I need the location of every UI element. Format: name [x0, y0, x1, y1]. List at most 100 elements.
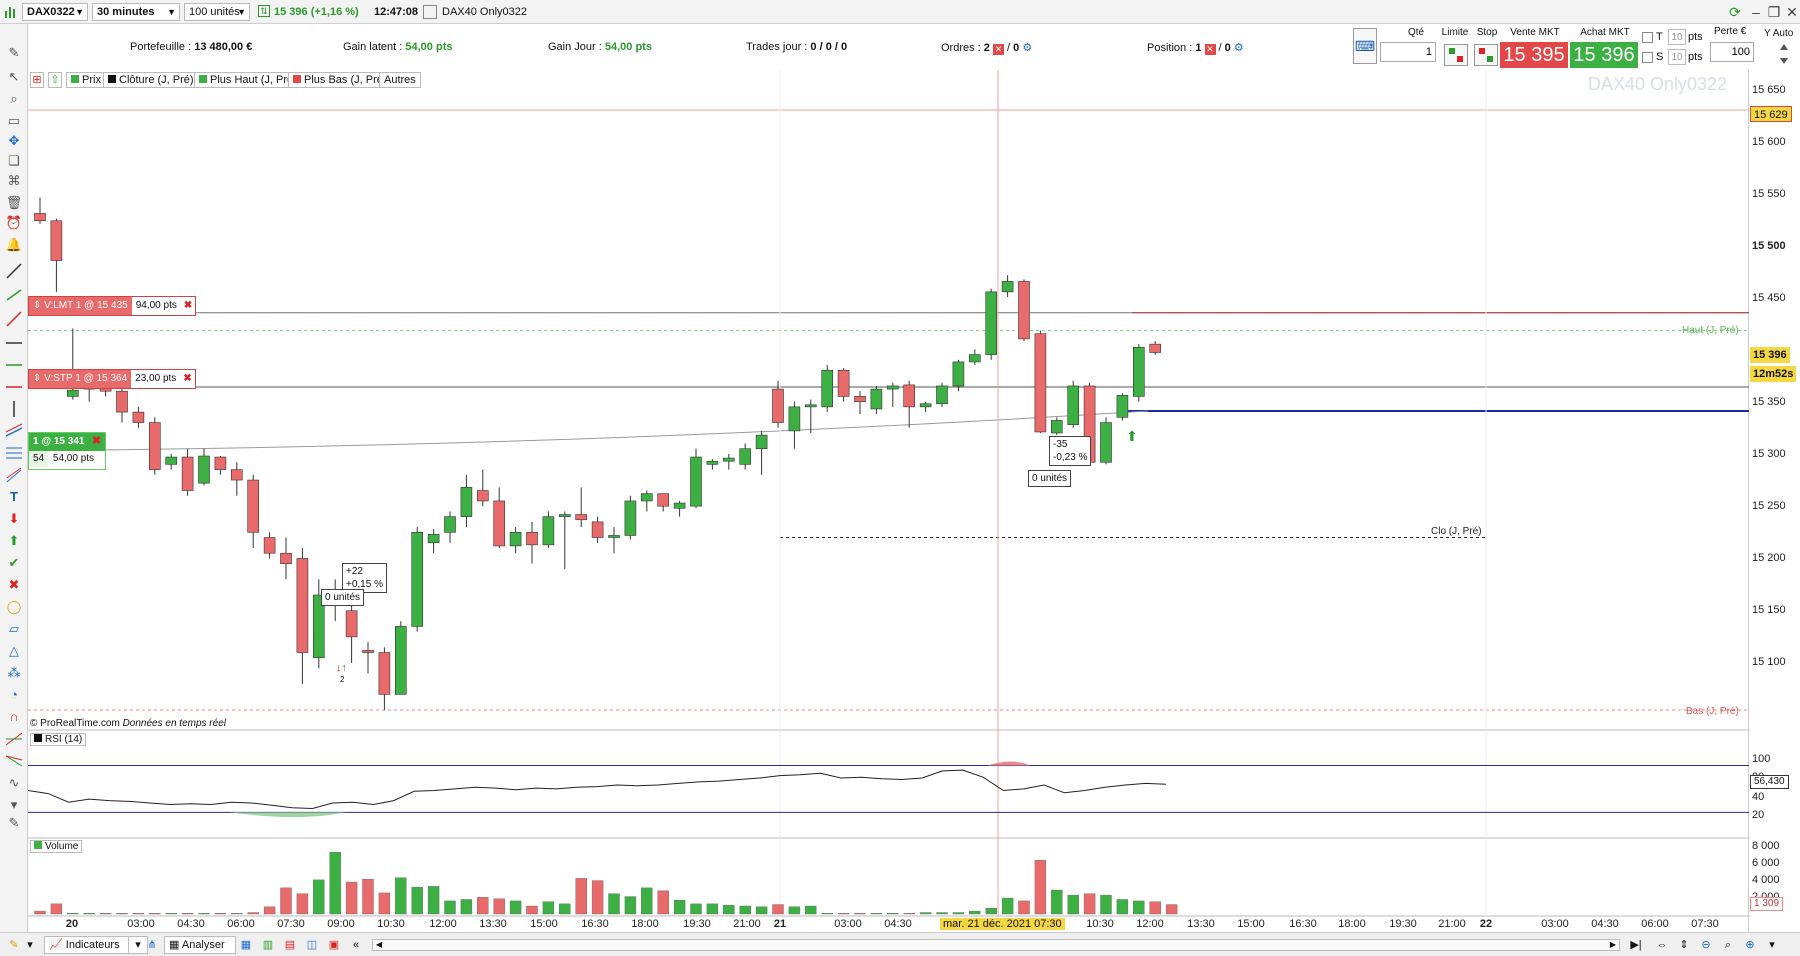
alarm-icon[interactable]: ⏰: [5, 214, 23, 232]
candles-icon[interactable]: ▥: [260, 937, 276, 953]
fit-height-icon[interactable]: ⇕: [1676, 937, 1692, 953]
drag-handle-icon[interactable]: ⇕: [33, 373, 41, 384]
horizontal-line-icon[interactable]: [5, 334, 23, 352]
pitchfork-icon[interactable]: [5, 466, 23, 484]
minimize-icon[interactable]: –: [1746, 2, 1766, 22]
wave-icon[interactable]: ∿: [5, 774, 23, 792]
fibonacci-icon[interactable]: [5, 444, 23, 462]
quantity-input[interactable]: [1380, 42, 1436, 62]
zoom-in-icon[interactable]: ⊕: [1742, 937, 1758, 953]
pencil-icon[interactable]: ✎: [5, 44, 23, 62]
trendline-icon[interactable]: [5, 262, 23, 280]
rsi-header[interactable]: RSI (14): [30, 733, 87, 746]
loss-input[interactable]: [1710, 42, 1754, 62]
checkmark-icon[interactable]: ✔: [5, 554, 23, 572]
zoom-out-icon[interactable]: ⊖: [1698, 937, 1714, 953]
stop-order-button[interactable]: [1474, 44, 1498, 66]
rectangle-icon[interactable]: ▱: [5, 620, 23, 638]
legend-cloture[interactable]: Clôture (J, Pré): [103, 72, 199, 88]
instrument-selector[interactable]: DAX0322 ▼: [22, 3, 88, 21]
add-indicator-icon[interactable]: ⊞: [30, 72, 44, 88]
auto-scale-icon[interactable]: [1778, 42, 1790, 66]
chevron-down-icon[interactable]: ▾: [1764, 937, 1780, 953]
legend-autres[interactable]: Autres: [379, 72, 421, 88]
gear-icon[interactable]: ⚙: [1022, 42, 1032, 54]
delete-icon[interactable]: ▣: [326, 937, 342, 953]
more-tools-icon[interactable]: ▾: [5, 796, 23, 814]
copy-icon[interactable]: ❏: [5, 152, 23, 170]
legend-prix[interactable]: Prix: [66, 72, 106, 88]
bell-icon[interactable]: 🔔: [5, 236, 23, 254]
red-line-icon[interactable]: [5, 310, 23, 328]
scroll-right-arrow-icon[interactable]: ▶: [1607, 940, 1619, 950]
chevron-down-icon[interactable]: ▾: [22, 937, 38, 953]
share-icon[interactable]: ⋔: [144, 937, 160, 953]
cursor-icon[interactable]: ↖: [5, 68, 23, 86]
bars-icon[interactable]: ▤: [282, 937, 298, 953]
close-position-icon[interactable]: ✖: [92, 434, 101, 447]
layout-icon[interactable]: ◫: [304, 937, 320, 953]
move-up-icon[interactable]: ⇧: [48, 72, 62, 88]
legend-bas[interactable]: Plus Bas (J, Pré): [288, 72, 392, 88]
close-icon[interactable]: ✕: [1782, 2, 1800, 22]
polygon-icon[interactable]: ⁂: [5, 664, 23, 682]
ellipse-icon[interactable]: ◯: [5, 598, 23, 616]
scroll-left-arrow-icon[interactable]: ◀: [373, 940, 385, 950]
analyse-button[interactable]: ▦ Analyser: [164, 936, 236, 954]
ruler-icon[interactable]: ▭: [5, 112, 23, 130]
position-count[interactable]: Position : 1 ✕ / 0 ⚙: [1147, 41, 1244, 55]
search-icon[interactable]: ⌕: [1720, 937, 1736, 953]
channel-icon[interactable]: [5, 422, 23, 440]
zoom-icon[interactable]: ⌕: [5, 90, 23, 108]
arrow-up-icon[interactable]: ⬆: [5, 532, 23, 550]
cancel-order-icon[interactable]: ✖: [180, 370, 194, 388]
regression-icon[interactable]: [5, 730, 23, 748]
volume-header[interactable]: Volume: [30, 840, 83, 853]
brush-icon[interactable]: ⌘: [5, 172, 23, 190]
grid-icon[interactable]: ▦: [238, 937, 254, 953]
trash-icon[interactable]: 🗑: [5, 194, 23, 212]
units-selector[interactable]: 100 unités ▼: [184, 3, 250, 21]
indicator-icon: 📈: [49, 939, 63, 951]
arrow-down-icon[interactable]: ⬇: [5, 510, 23, 528]
target-input[interactable]: [1668, 29, 1686, 45]
sell-market-button[interactable]: 15 395: [1500, 42, 1568, 68]
legend-haut[interactable]: Plus Haut (J, Pré): [194, 72, 302, 88]
triangle-icon[interactable]: △: [5, 642, 23, 660]
text-icon[interactable]: T: [5, 488, 23, 506]
cycle-icon[interactable]: ◔: [5, 686, 23, 704]
horizontal-scrollbar[interactable]: ◀ ▶: [372, 939, 1620, 951]
refresh-icon[interactable]: ⟳: [1725, 2, 1745, 22]
fit-width-icon[interactable]: ⇔: [1654, 937, 1670, 953]
drag-handle-icon[interactable]: ⇕: [33, 300, 41, 311]
limit-order-button[interactable]: [1444, 44, 1468, 66]
timeframe-selector[interactable]: 30 minutes ▼: [92, 3, 180, 21]
buy-market-button[interactable]: 15 396: [1570, 42, 1638, 68]
orders-count[interactable]: Ordres : 2 ✕ / 0 ⚙: [941, 41, 1032, 55]
pencil-icon[interactable]: ✎: [6, 937, 22, 953]
vertical-line-icon[interactable]: [5, 400, 23, 418]
chart-canvas[interactable]: [28, 70, 1750, 932]
ray-icon[interactable]: [5, 286, 23, 304]
gann-icon[interactable]: [5, 752, 23, 770]
gear-icon[interactable]: ⚙: [1234, 42, 1244, 54]
scroll-left-icon[interactable]: «: [348, 937, 364, 953]
stop-order-tag[interactable]: ⇕ V:STP 1 @ 15 364 23,00 pts ✖: [28, 369, 196, 389]
cross-icon[interactable]: ✖: [5, 576, 23, 594]
pen-edit-icon[interactable]: ✎: [5, 814, 23, 832]
stop-input[interactable]: [1668, 49, 1686, 65]
segment-icon[interactable]: [5, 378, 23, 396]
keypad-icon[interactable]: ⌨: [1353, 28, 1377, 64]
magnet-icon[interactable]: ∩: [5, 708, 23, 726]
close-icon[interactable]: ✕: [1204, 44, 1216, 55]
horizontal-ray-icon[interactable]: [5, 356, 23, 374]
indicators-button[interactable]: 📈 Indicateurs: [44, 936, 136, 954]
restore-icon[interactable]: ❐: [1764, 2, 1784, 22]
cancel-order-icon[interactable]: ✖: [181, 297, 195, 315]
move-icon[interactable]: ✥: [5, 132, 23, 150]
close-icon[interactable]: ✕: [992, 44, 1004, 55]
scroll-end-icon[interactable]: ▶|: [1628, 937, 1644, 953]
stop-checkbox[interactable]: [1642, 52, 1653, 63]
limit-order-tag[interactable]: ⇕ V:LMT 1 @ 15 435 94,00 pts ✖: [28, 296, 197, 316]
target-checkbox[interactable]: [1642, 32, 1653, 43]
